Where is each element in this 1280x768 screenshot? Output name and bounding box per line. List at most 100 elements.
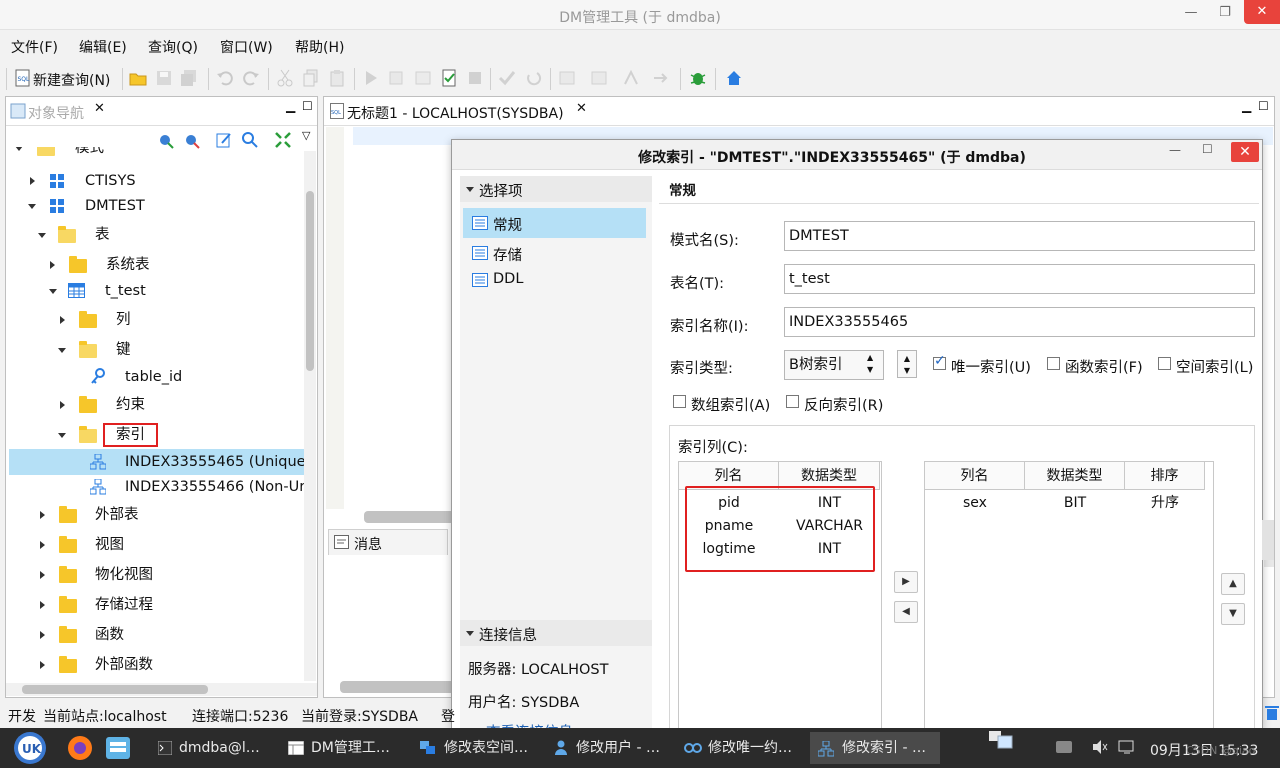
table-field[interactable]: t_test bbox=[784, 264, 1255, 294]
col-header-type[interactable]: 数据类型 bbox=[1025, 462, 1125, 490]
messages-hscrollbar[interactable] bbox=[340, 681, 460, 693]
index-name-field[interactable]: INDEX33555465 bbox=[784, 307, 1255, 337]
col-header-order[interactable]: 排序 bbox=[1125, 462, 1205, 490]
script-icon[interactable] bbox=[440, 69, 458, 87]
keyboard-icon[interactable] bbox=[1056, 741, 1072, 753]
view-minimize-icon[interactable]: ▁ bbox=[286, 99, 295, 113]
options-header[interactable]: 选择项 bbox=[460, 176, 652, 202]
debug-step-icon[interactable] bbox=[622, 69, 640, 87]
workspace-switcher-icon[interactable] bbox=[988, 730, 1014, 750]
sql-new-icon[interactable]: SQL bbox=[14, 69, 32, 87]
file-manager-icon[interactable] bbox=[104, 734, 132, 762]
firefox-icon[interactable] bbox=[66, 734, 94, 762]
tree-item-procedures[interactable]: 存储过程 bbox=[6, 592, 304, 618]
explain-icon[interactable] bbox=[414, 69, 432, 87]
minimize-icon[interactable]: — bbox=[1178, 3, 1204, 23]
connection-header[interactable]: 连接信息 bbox=[460, 620, 652, 646]
spatial-index-checkbox[interactable] bbox=[1158, 357, 1171, 370]
dialog-close-button[interactable]: ✕ bbox=[1231, 142, 1259, 162]
move-left-button[interactable]: ◀ bbox=[894, 601, 918, 623]
array-index-checkbox[interactable] bbox=[673, 395, 686, 408]
tree-hscrollbar[interactable] bbox=[6, 683, 317, 696]
run-selected-icon[interactable] bbox=[388, 69, 406, 87]
window-close-button[interactable]: ✕ bbox=[1244, 0, 1280, 24]
tree-item-system-tables[interactable]: 系统表 bbox=[6, 252, 304, 278]
view-minimize-icon[interactable]: ▁ bbox=[1242, 99, 1251, 113]
tree-item-ctisys[interactable]: CTISYS bbox=[6, 168, 304, 194]
editor-vscrollbar[interactable] bbox=[1262, 520, 1274, 560]
home-icon[interactable] bbox=[725, 69, 743, 87]
save-icon[interactable] bbox=[155, 69, 173, 87]
option-storage[interactable]: 存储 bbox=[463, 240, 646, 266]
stop-icon[interactable] bbox=[466, 69, 484, 87]
tree-item-functions[interactable]: 函数 bbox=[6, 622, 304, 648]
task-modify-index[interactable]: 修改索引 - … bbox=[810, 732, 940, 764]
view-maximize-icon[interactable]: ☐ bbox=[302, 99, 313, 113]
table-row[interactable]: pid INT bbox=[679, 492, 881, 514]
network-icon[interactable] bbox=[1118, 739, 1136, 755]
option-general[interactable]: 常规 bbox=[463, 208, 646, 238]
paste-icon[interactable] bbox=[328, 69, 346, 87]
task-dm-manager[interactable]: DM管理工… bbox=[282, 732, 410, 764]
tree-item-t-test[interactable]: t_test bbox=[6, 278, 304, 304]
scroll-thumb[interactable] bbox=[306, 191, 314, 371]
task-modify-tablespace[interactable]: 修改表空间… bbox=[414, 732, 544, 764]
view-maximize-icon[interactable]: ☐ bbox=[1258, 99, 1269, 113]
messages-tab[interactable]: 消息 bbox=[328, 529, 448, 555]
schema-field[interactable]: DMTEST bbox=[784, 221, 1255, 251]
task-terminal[interactable]: dmdba@l… bbox=[150, 732, 276, 764]
commit-icon[interactable] bbox=[498, 69, 516, 87]
table-row[interactable]: sex BIT 升序 bbox=[925, 492, 1205, 514]
tree-vscrollbar[interactable] bbox=[304, 151, 316, 681]
index-type-select[interactable]: B树索引 ▲ ▼ bbox=[784, 350, 884, 380]
tree-item-tables[interactable]: 表 bbox=[6, 222, 304, 248]
reverse-index-checkbox[interactable] bbox=[786, 395, 799, 408]
open-folder-icon[interactable] bbox=[129, 69, 147, 87]
move-down-button[interactable]: ▼ bbox=[1221, 603, 1245, 625]
volume-muted-icon[interactable] bbox=[1092, 739, 1108, 755]
tree-item-index-nonunique[interactable]: INDEX33555466 (Non-Ur bbox=[6, 474, 304, 500]
rollback-icon[interactable] bbox=[524, 69, 542, 87]
table-row[interactable]: logtime INT bbox=[679, 538, 881, 560]
tree-item-keys[interactable]: 键 bbox=[6, 337, 304, 363]
menu-edit[interactable]: 编辑(E) bbox=[79, 37, 127, 57]
tree-item-indexes[interactable]: 索引 bbox=[6, 422, 304, 448]
tree-item-views[interactable]: 视图 bbox=[6, 532, 304, 558]
start-menu-icon[interactable]: UK bbox=[14, 732, 46, 764]
unique-checkbox[interactable] bbox=[933, 353, 946, 370]
redo-icon[interactable] bbox=[242, 69, 260, 87]
tree-item-mviews[interactable]: 物化视图 bbox=[6, 562, 304, 588]
step-over-icon[interactable] bbox=[652, 69, 670, 87]
menu-file[interactable]: 文件(F) bbox=[11, 37, 58, 57]
menu-help[interactable]: 帮助(H) bbox=[295, 37, 344, 57]
navigator-close-icon[interactable]: ✕ bbox=[94, 101, 105, 116]
save-all-icon[interactable] bbox=[180, 69, 198, 87]
task-modify-user[interactable]: 修改用户 - … bbox=[548, 732, 673, 764]
cut-icon[interactable] bbox=[276, 69, 294, 87]
col-header-name[interactable]: 列名 bbox=[925, 462, 1025, 490]
view-menu-icon[interactable]: ▽ bbox=[302, 129, 310, 142]
menu-query[interactable]: 查询(Q) bbox=[148, 37, 198, 57]
editor-tab[interactable]: SQL 无标题1 - LOCALHOST(SYSDBA) ✕ bbox=[324, 97, 594, 125]
new-query-button[interactable]: 新建查询(N) bbox=[33, 70, 110, 90]
format-icon[interactable] bbox=[558, 69, 576, 87]
debug-bug-icon[interactable] bbox=[689, 69, 707, 87]
dialog-minimize-icon[interactable]: — bbox=[1169, 143, 1181, 157]
tree-item-schema[interactable]: 模式 bbox=[6, 147, 304, 161]
menu-window[interactable]: 窗口(W) bbox=[220, 37, 273, 57]
index-type-dropdown-icon[interactable]: ▲ ▼ bbox=[897, 350, 917, 378]
undo-icon[interactable] bbox=[216, 69, 234, 87]
tree-item-external-tables[interactable]: 外部表 bbox=[6, 502, 304, 528]
option-ddl[interactable]: DDL bbox=[463, 267, 646, 293]
function-index-checkbox[interactable] bbox=[1047, 357, 1060, 370]
navigator-tab[interactable]: 对象导航 ✕ bbox=[6, 97, 116, 125]
scroll-thumb[interactable] bbox=[22, 685, 208, 694]
move-up-button[interactable]: ▲ bbox=[1221, 573, 1245, 595]
move-right-button[interactable]: ▶ bbox=[894, 571, 918, 593]
tree-item-constraints[interactable]: 约束 bbox=[6, 392, 304, 418]
tree-item-columns[interactable]: 列 bbox=[6, 307, 304, 333]
table-row[interactable]: pname VARCHAR bbox=[679, 515, 881, 537]
editor-tab-close-icon[interactable]: ✕ bbox=[576, 101, 587, 116]
run-icon[interactable] bbox=[362, 69, 380, 87]
maximize-icon[interactable]: ❐ bbox=[1212, 3, 1238, 23]
